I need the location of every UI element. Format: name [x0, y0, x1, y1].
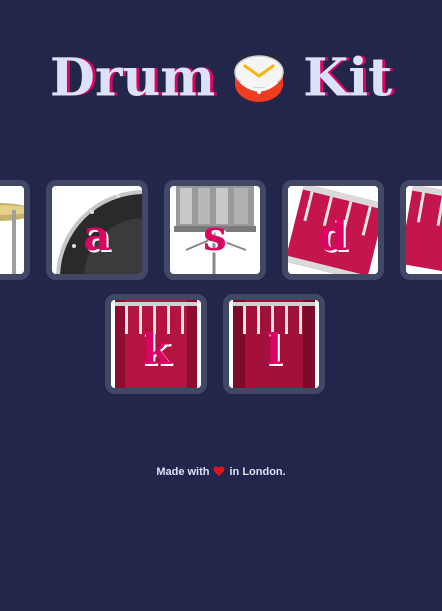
title-word-drum: Drum [49, 47, 216, 109]
drum-key-label: s [203, 211, 227, 260]
drum-crash[interactable] [0, 180, 30, 280]
drum-tom-3[interactable]: k [105, 294, 207, 394]
tom-drum-image [406, 186, 442, 274]
crash-cymbal-image [0, 186, 24, 274]
drum-bass[interactable]: a [46, 180, 148, 280]
footer-suffix: in London. [229, 466, 286, 478]
drum-key-label: d [318, 211, 348, 260]
footer-credit: Made with in London. [0, 466, 442, 478]
drum-tom-1[interactable]: d [282, 180, 384, 280]
title-word-kit: Kit [303, 47, 393, 109]
drum-key-label: k [141, 325, 171, 374]
drum-key-label: a [83, 211, 111, 260]
drum-emoji-icon [234, 53, 284, 102]
drum-snare[interactable]: s [164, 180, 266, 280]
drum-row-1: a s d [0, 180, 442, 280]
footer-prefix: Made with [156, 466, 210, 478]
drum-key-label: l [266, 325, 282, 374]
drum-tom-4[interactable]: l [223, 294, 325, 394]
page-title: Drum Kit [0, 40, 442, 114]
drum-tom-2[interactable] [400, 180, 442, 280]
drum-row-2: k l [0, 294, 442, 394]
heart-icon [214, 466, 225, 476]
drum-kit-page: Drum Kit a s d k l Made with in London. [0, 0, 442, 611]
